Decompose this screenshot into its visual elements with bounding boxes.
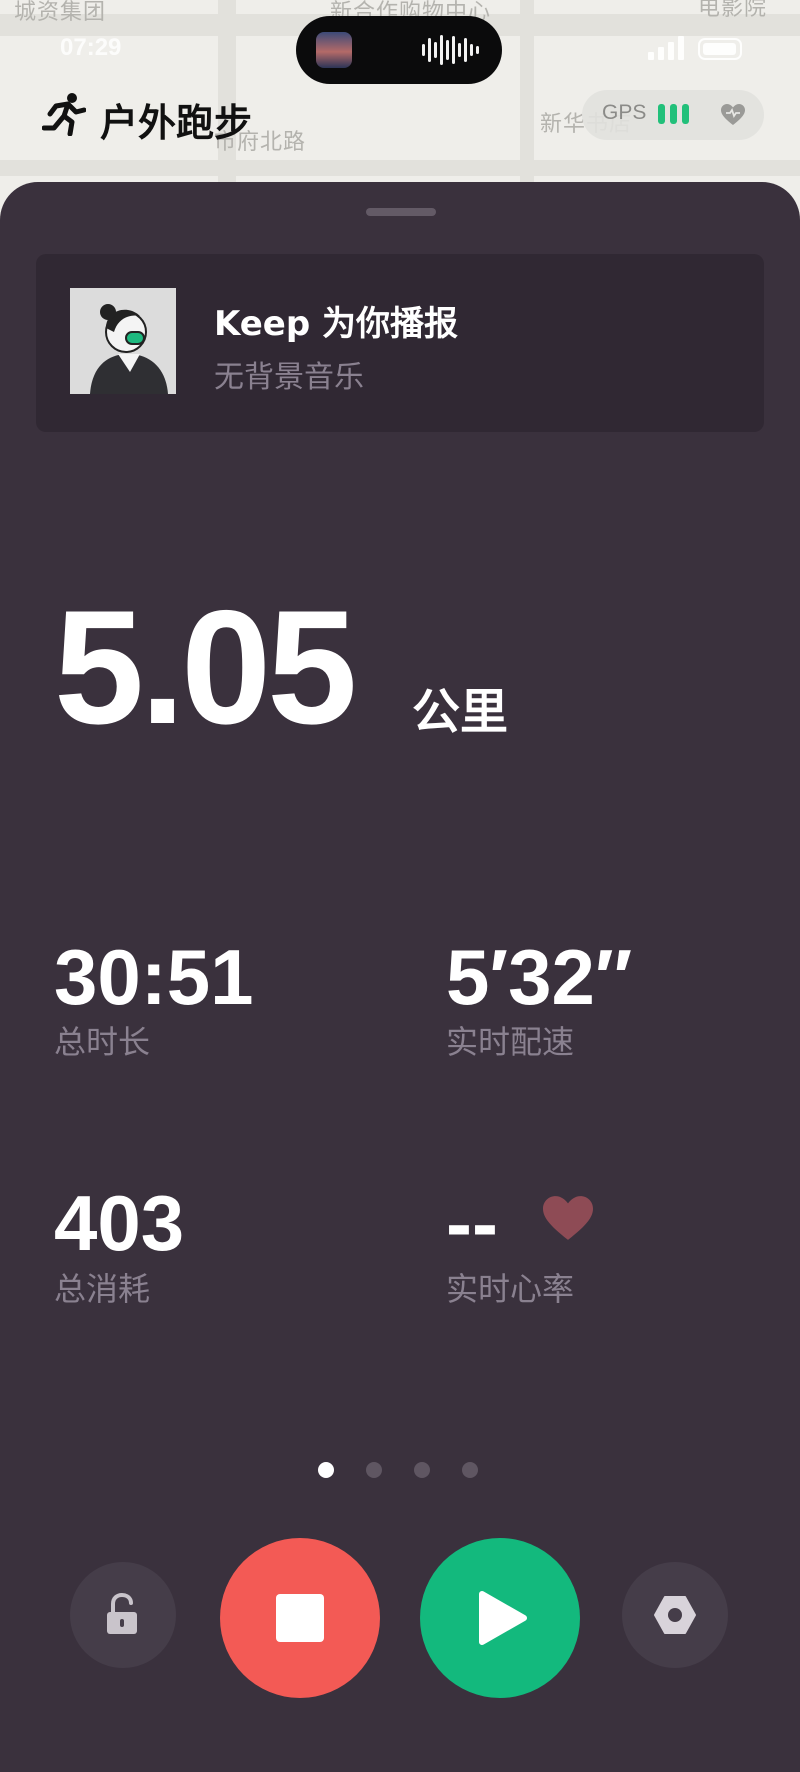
distance-value: 5.05 — [54, 577, 357, 758]
gps-label: GPS — [602, 101, 647, 124]
voice-card-subtitle: 无背景音乐 — [214, 360, 364, 395]
heart-outline-icon — [721, 104, 745, 125]
heart-rate-label: 实时心率 — [446, 1270, 575, 1308]
unlock-icon — [107, 1592, 137, 1634]
gps-status-pill[interactable]: GPS — [582, 90, 764, 140]
workout-panel: Keep 为你播报 无背景音乐 5.05 公里 30:51 总时长 5′32″ … — [0, 182, 800, 1772]
pace-value: 5′32″ — [446, 933, 633, 1021]
page-dot[interactable] — [462, 1462, 478, 1478]
drag-handle[interactable] — [366, 208, 436, 216]
page-title: 户外跑步 — [100, 101, 253, 145]
gps-signal-bars — [658, 104, 694, 128]
lock-button[interactable] — [70, 1562, 176, 1668]
distance-unit: 公里 — [412, 684, 509, 740]
heart-rate-value: -- — [446, 1179, 498, 1267]
map-label: 城资集团 — [14, 0, 107, 25]
dynamic-island[interactable] — [296, 16, 502, 84]
stop-icon — [276, 1594, 324, 1642]
status-time: 07:29 — [60, 34, 122, 61]
battery-icon — [698, 38, 742, 60]
page-dot[interactable] — [366, 1462, 382, 1478]
resume-button[interactable] — [420, 1538, 580, 1698]
calories-label: 总消耗 — [54, 1270, 151, 1308]
runner-icon — [42, 93, 86, 136]
page-dot[interactable] — [414, 1462, 430, 1478]
heart-icon — [543, 1196, 593, 1240]
settings-button[interactable] — [622, 1562, 728, 1668]
media-thumbnail — [316, 32, 352, 68]
map-label: 电影院 — [698, 0, 768, 21]
stop-button[interactable] — [220, 1538, 380, 1698]
duration-label: 总时长 — [54, 1023, 151, 1061]
page-dot-active[interactable] — [318, 1462, 334, 1478]
audio-wave-icon — [422, 35, 479, 65]
voice-card-title: Keep 为你播报 — [214, 304, 459, 344]
duration-value: 30:51 — [54, 933, 254, 1021]
coach-avatar — [70, 288, 176, 394]
page-indicator[interactable] — [318, 1462, 510, 1482]
calories-value: 403 — [54, 1179, 185, 1267]
pace-label: 实时配速 — [446, 1023, 575, 1061]
settings-icon — [654, 1596, 696, 1634]
cell-signal-icon — [648, 36, 684, 60]
play-icon — [479, 1591, 527, 1645]
voice-broadcast-card[interactable]: Keep 为你播报 无背景音乐 — [36, 254, 764, 432]
